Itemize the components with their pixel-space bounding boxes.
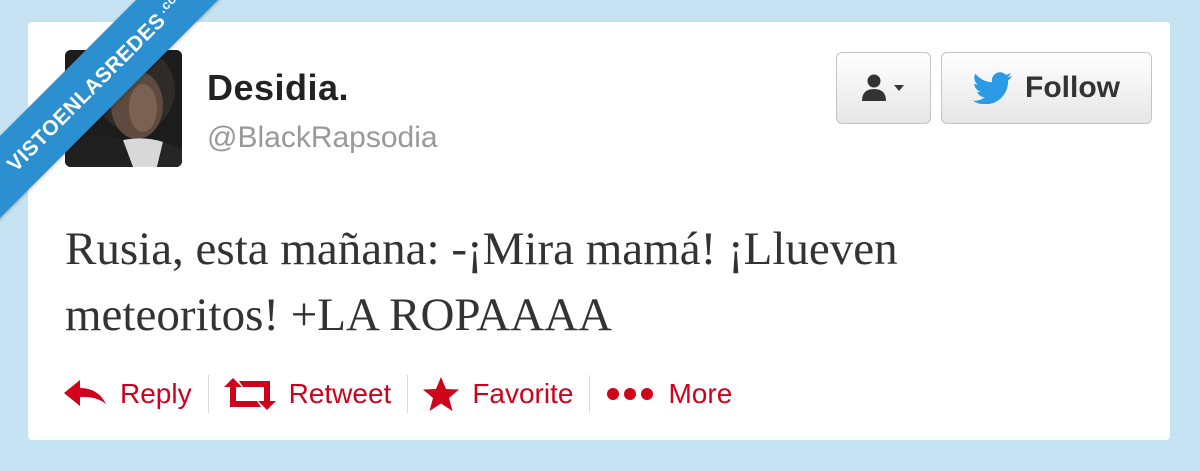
reply-icon bbox=[64, 380, 106, 406]
tweet-text-line-2: meteoritos! +LA ROPAAAA bbox=[65, 289, 612, 341]
twitter-bird-icon bbox=[973, 72, 1012, 104]
display-name[interactable]: Desidia. bbox=[207, 70, 349, 106]
more-dots-icon bbox=[607, 388, 654, 400]
follow-button-label: Follow bbox=[1025, 71, 1120, 104]
more-action[interactable]: More bbox=[604, 378, 732, 410]
retweet-icon bbox=[223, 378, 276, 410]
action-divider bbox=[207, 375, 209, 413]
reply-label: Reply bbox=[120, 378, 192, 409]
more-label: More bbox=[668, 378, 733, 409]
retweet-label: Retweet bbox=[288, 378, 392, 409]
user-handle[interactable]: @BlackRapsodia bbox=[207, 123, 438, 153]
star-icon bbox=[423, 377, 460, 411]
follow-button[interactable]: Follow bbox=[941, 52, 1152, 124]
favorite-action[interactable]: Favorite bbox=[422, 376, 573, 412]
favorite-label: Favorite bbox=[472, 378, 574, 409]
user-actions-button[interactable] bbox=[836, 52, 931, 124]
action-divider bbox=[407, 375, 409, 413]
tweet-actions: Reply Retweet Favorite More bbox=[62, 370, 732, 418]
retweet-action[interactable]: Retweet bbox=[223, 377, 392, 411]
action-divider bbox=[589, 375, 591, 413]
tweet-text: Rusia, esta mañana: -¡Mira mamá! ¡Llueve… bbox=[65, 216, 1145, 348]
user-icon bbox=[861, 74, 904, 101]
tweet-text-line-1: Rusia, esta mañana: -¡Mira mamá! ¡Llueve… bbox=[65, 223, 898, 275]
reply-action[interactable]: Reply bbox=[62, 377, 192, 411]
